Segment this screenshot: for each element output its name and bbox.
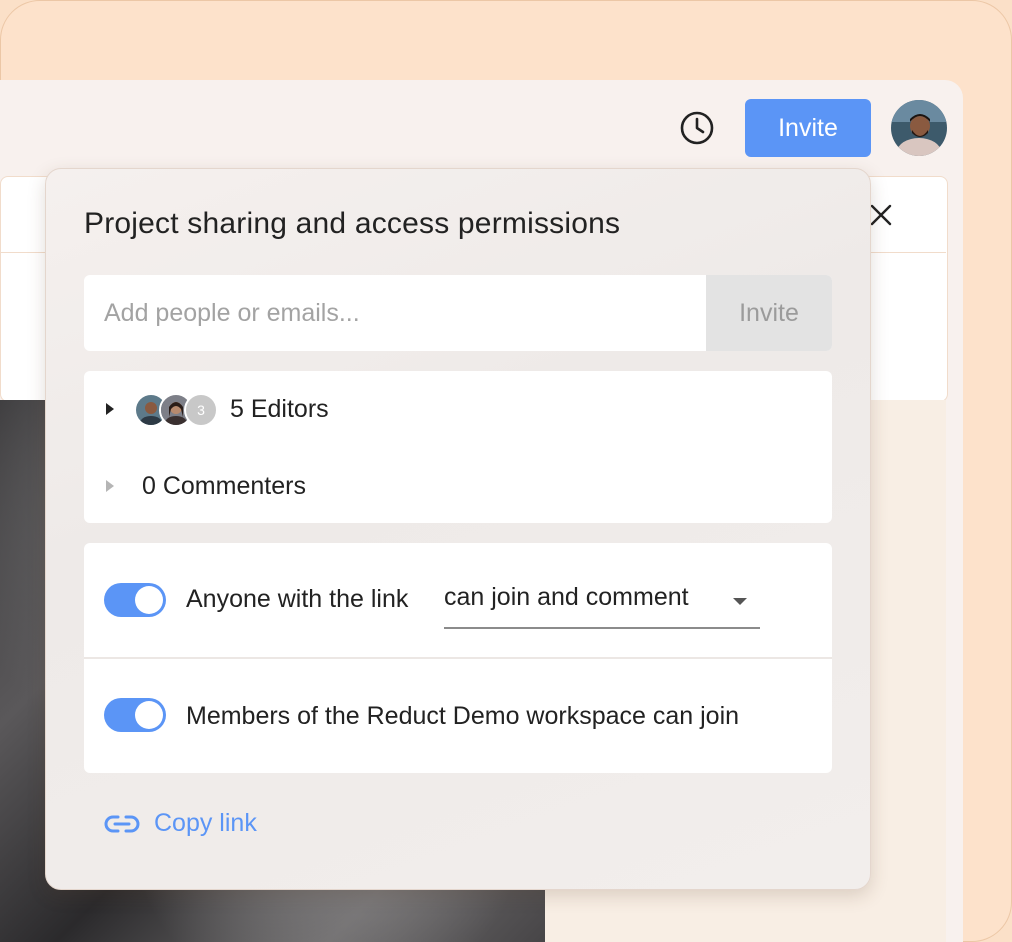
history-icon bbox=[680, 111, 714, 145]
caret-right-icon bbox=[106, 480, 114, 492]
toggle-knob bbox=[135, 701, 163, 729]
link-access-label: Anyone with the link bbox=[186, 585, 409, 613]
workspace-access-toggle[interactable] bbox=[104, 698, 166, 732]
caret-right-icon bbox=[106, 403, 114, 415]
editors-hidden-count: 3 bbox=[184, 393, 218, 427]
workspace-access-label: Members of the Reduct Demo workspace can… bbox=[186, 702, 740, 730]
header-invite-button[interactable]: Invite bbox=[745, 99, 871, 157]
access-card: Anyone with the link can join and commen… bbox=[84, 543, 832, 773]
invite-box: Invite bbox=[84, 275, 832, 351]
user-avatar[interactable] bbox=[891, 100, 947, 156]
commenters-row[interactable]: 0 Commenters bbox=[84, 456, 832, 516]
editors-avatar-stack: 3 bbox=[134, 393, 220, 427]
editors-label: 5 Editors bbox=[230, 394, 329, 423]
link-icon bbox=[104, 815, 140, 832]
invite-people-input[interactable] bbox=[84, 275, 706, 351]
editors-row[interactable]: 3 5 Editors bbox=[84, 379, 832, 439]
history-button[interactable] bbox=[679, 110, 715, 146]
link-access-toggle[interactable] bbox=[104, 583, 166, 617]
invite-submit-button[interactable]: Invite bbox=[706, 275, 832, 351]
access-divider bbox=[84, 657, 832, 659]
commenters-label: 0 Commenters bbox=[142, 471, 306, 500]
chevron-down-icon bbox=[733, 598, 747, 605]
copy-link-button[interactable]: Copy link bbox=[104, 809, 257, 838]
link-permission-select[interactable]: can join and comment bbox=[444, 581, 760, 629]
close-icon bbox=[870, 204, 892, 226]
toggle-knob bbox=[135, 586, 163, 614]
link-permission-value: can join and comment bbox=[444, 583, 689, 611]
share-modal: Project sharing and access permissions I… bbox=[45, 168, 871, 890]
modal-title: Project sharing and access permissions bbox=[84, 207, 621, 240]
copy-link-label: Copy link bbox=[154, 809, 257, 837]
roles-card: 3 5 Editors 0 Commenters bbox=[84, 371, 832, 523]
